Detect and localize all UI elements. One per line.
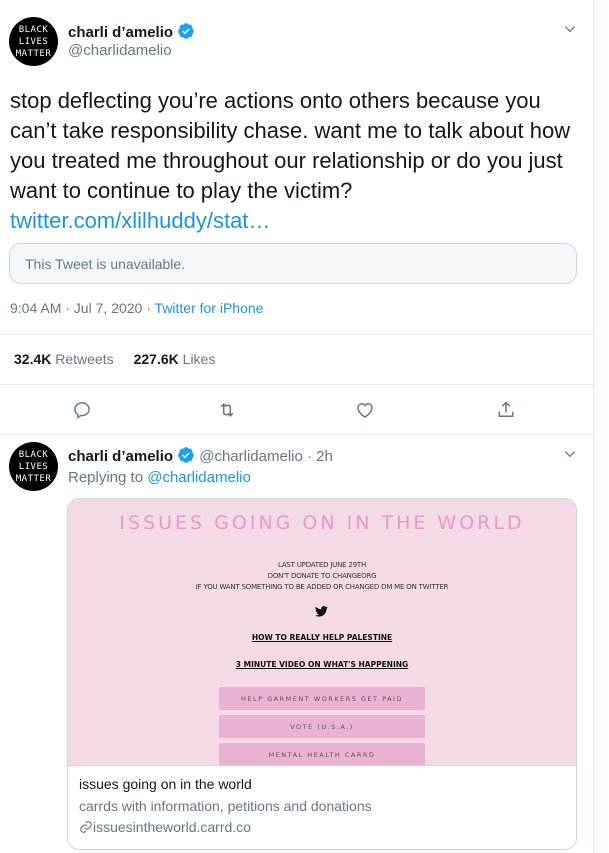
tweet-text: stop deflecting you’re actions onto othe… [10,86,585,236]
card-title: issues going on in the world [79,776,252,792]
avatar-text: MATTER [15,48,52,59]
verified-badge-icon [177,22,195,44]
chevron-down-icon[interactable] [563,447,577,466]
author-name-text: charli d’amelio [68,24,174,41]
card-url: issuesintheworld.carrd.co [79,819,565,837]
replying-prefix: Replying to [68,469,144,486]
card-image-button: MENTAL HEALTH CARRD [219,743,425,766]
card-image-line: DON'T DONATE TO CHANGEORG [267,572,377,580]
card-description: carrds with information, petitions and d… [79,798,372,814]
card-image-line: LAST UPDATED JUNE 29TH [277,561,367,569]
avatar-text: LIVES [18,36,49,47]
likes-label: Likes [182,351,216,367]
like-icon[interactable] [353,398,377,422]
reply-time[interactable]: · 2h [307,448,333,465]
verified-badge-icon [177,446,195,468]
link-icon [79,820,93,837]
reply-author-row: charli d’amelio @charlidamelio · 2h [68,446,333,468]
author-handle[interactable]: @charlidamelio [68,42,172,59]
meta-separator: · [142,300,155,316]
likes-count: 227.6K [133,351,179,367]
reply-author-name[interactable]: charli d’amelio [68,448,173,465]
avatar[interactable]: BLACK LIVES MATTER [9,17,58,66]
retweet-icon[interactable] [215,398,239,422]
unavailable-quote: This Tweet is unavailable. [9,243,577,284]
card-image-button: VOTE (U.S.A.) [219,715,425,738]
divider [0,384,593,385]
card-image-link: 3 MINUTE VIDEO ON WHAT'S HAPPENING [235,660,409,669]
card-image-link: HOW TO REALLY HELP PALESTINE [251,633,393,642]
replying-to: Replying to @charlidamelio [68,469,251,486]
reply-author-handle[interactable]: @charlidamelio [199,448,303,465]
avatar-text: MATTER [15,473,52,484]
card-image-button: HELP GARMENT WORKERS GET PAID [219,687,425,710]
replying-to-link[interactable]: @charlidamelio [147,469,251,486]
divider [0,334,593,335]
retweets-label: Retweets [55,351,114,367]
right-border [593,0,594,853]
divider [0,434,593,435]
avatar-text: BLACK [18,24,49,35]
tweet-actions [0,398,593,422]
chevron-down-icon[interactable] [563,22,577,41]
reply-icon[interactable] [70,398,94,422]
link-card[interactable]: ISSUES GOING ON IN THE WORLD LAST UPDATE… [67,498,577,850]
card-image-line: IF YOU WANT SOMETHING TO BE ADDED OR CHA… [195,583,449,591]
twitter-bird-icon [315,604,328,622]
reply-avatar[interactable]: BLACK LIVES MATTER [9,442,58,491]
share-icon[interactable] [494,398,518,422]
tweet-body: stop deflecting you’re actions onto othe… [10,88,571,203]
avatar-text: LIVES [18,461,49,472]
tweet-timestamp[interactable]: 9:04 AM · Jul 7, 2020 [10,300,142,316]
card-body: issues going on in the world carrds with… [68,765,576,849]
retweets-stat[interactable]: 32.4K Retweets [14,351,114,367]
tweet-source[interactable]: Twitter for iPhone [155,300,264,316]
tweet-meta: 9:04 AM · Jul 7, 2020 · Twitter for iPho… [10,300,263,316]
author-name[interactable]: charli d’amelio [68,22,195,44]
card-image-title: ISSUES GOING ON IN THE WORLD [119,512,525,534]
tweet-link[interactable]: twitter.com/xlilhuddy/stat… [10,208,270,233]
avatar-text: BLACK [18,449,49,460]
card-url-text: issuesintheworld.carrd.co [93,819,251,835]
tweet-stats: 32.4K Retweets 227.6K Likes [14,351,215,367]
likes-stat[interactable]: 227.6K Likes [134,351,216,367]
card-image: ISSUES GOING ON IN THE WORLD LAST UPDATE… [68,499,576,766]
retweets-count: 32.4K [14,351,52,367]
